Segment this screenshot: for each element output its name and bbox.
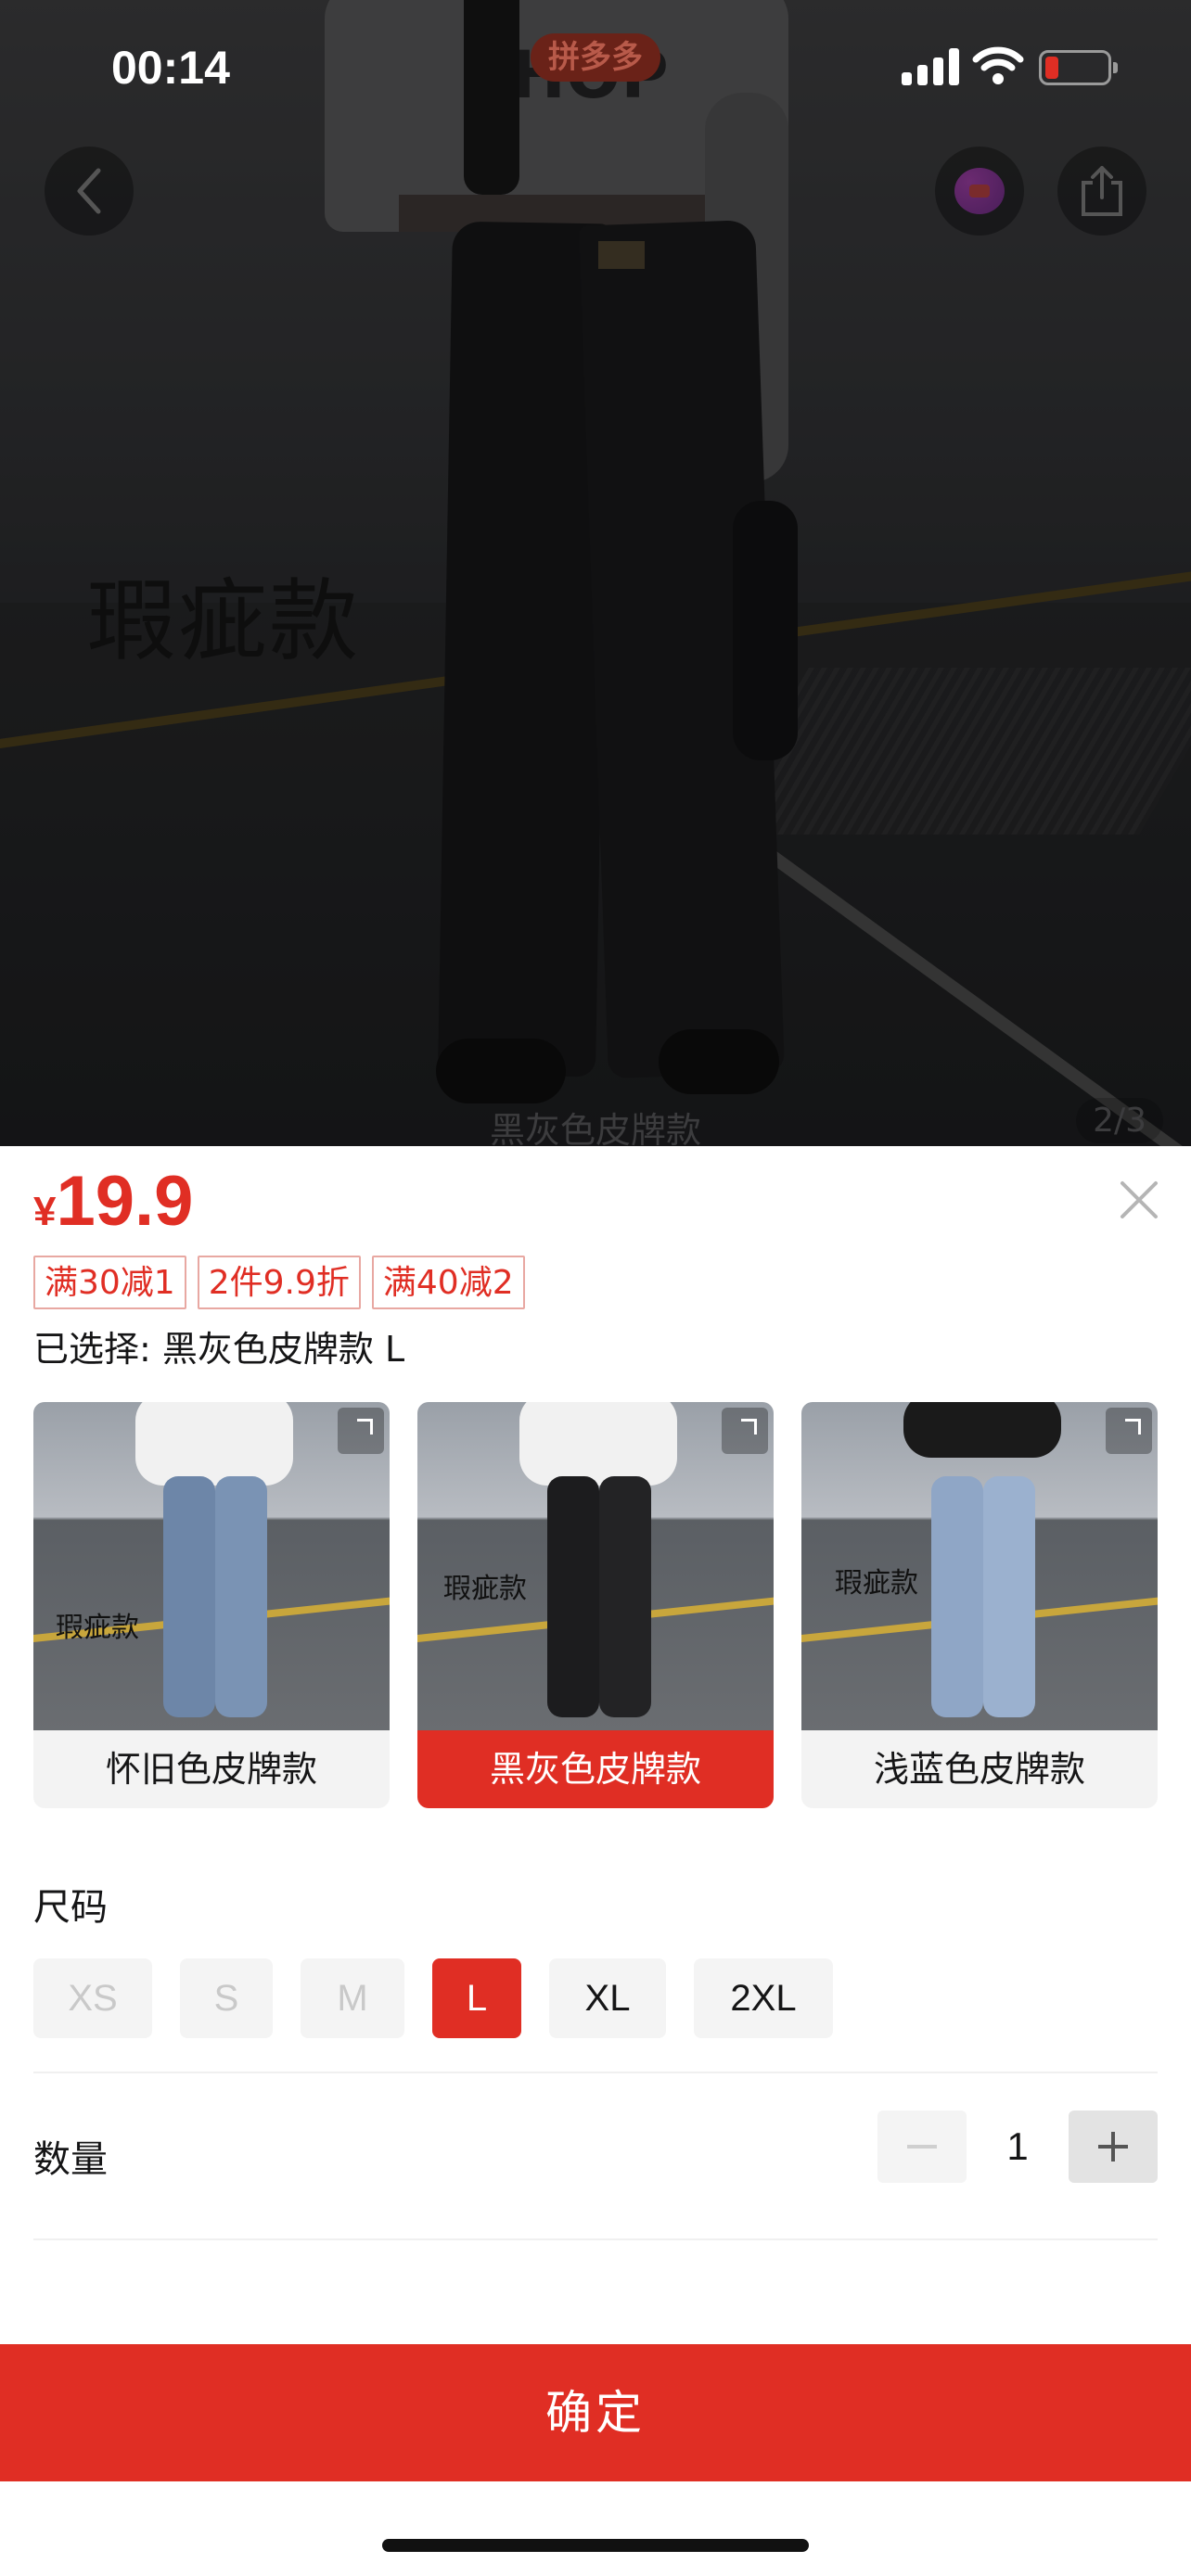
variant-label: 浅蓝色皮牌款 [873,1749,1085,1790]
variant-flaw-tag: 瑕疵款 [56,1612,139,1644]
expand-icon[interactable] [722,1408,768,1454]
expand-icon[interactable] [1106,1408,1152,1454]
price-currency: ¥ [33,1189,57,1234]
battery-icon [1039,50,1118,85]
variant-option-black-grey[interactable]: 瑕疵款 黑灰色皮牌款 [417,1402,774,1808]
status-time: 00:14 [111,42,230,94]
quantity-stepper: 1 [877,2111,1158,2183]
size-option-xs[interactable]: XS [33,1958,152,2038]
sku-selector-sheet: ¥19.9 满30减1 2件9.9折 满40减2 已选择: 黑灰色皮牌款 L 瑕… [0,1146,1191,2576]
variant-option-vintage[interactable]: 瑕疵款 怀旧色皮牌款 [33,1402,390,1808]
quantity-value[interactable]: 1 [967,2124,1069,2169]
confirm-button[interactable]: 确定 [0,2344,1191,2481]
variant-image: 瑕疵款 [33,1402,390,1730]
variant-label: 黑灰色皮牌款 [417,1730,774,1808]
expand-icon[interactable] [338,1408,384,1454]
variant-image: 瑕疵款 [801,1402,1158,1730]
carousel-caption: 黑灰色皮牌款 [489,1110,701,1146]
variant-image: 瑕疵款 [417,1402,774,1730]
variant-flaw-tag: 瑕疵款 [835,1567,918,1600]
size-options: XS S M L XL 2XL [33,1958,833,2038]
selected-summary: 已选择: 黑灰色皮牌款 L [33,1329,405,1370]
quantity-section-title: 数量 [33,2138,108,2181]
variant-list: 瑕疵款 怀旧色皮牌款 瑕疵款 黑灰色皮牌款 瑕疵款 浅蓝色皮牌款 [33,1402,1158,1808]
variant-flaw-tag: 瑕疵款 [443,1573,527,1605]
size-option-xl[interactable]: XL [549,1958,666,2038]
promo-tag: 满30减1 [33,1256,186,1309]
wifi-icon [972,46,1024,84]
price: ¥19.9 [33,1161,193,1242]
promo-tag: 满40减2 [371,1256,525,1309]
variant-label: 怀旧色皮牌款 [105,1749,317,1790]
size-option-2xl[interactable]: 2XL [694,1958,833,2038]
size-option-l[interactable]: L [432,1958,521,2038]
photo-flaw-label: 瑕疵款 [87,569,360,673]
increase-quantity-button[interactable] [1069,2111,1158,2183]
variant-option-light-blue[interactable]: 瑕疵款 浅蓝色皮牌款 [801,1402,1158,1808]
back-button[interactable] [45,147,134,236]
price-value: 19.9 [56,1162,194,1241]
home-indicator [382,2539,809,2552]
close-icon[interactable] [1113,1174,1165,1226]
share-icon [1082,166,1122,216]
cellular-signal-icon [902,48,959,85]
promotion-tags: 满30减1 2件9.9折 满40减2 [33,1256,525,1309]
divider [33,2072,1158,2073]
share-button[interactable] [1057,147,1146,236]
brand-badge: 拼多多 [531,33,660,82]
size-option-m[interactable]: M [301,1958,404,2038]
promo-tag: 2件9.9折 [197,1256,361,1309]
heart-icon [954,168,1005,214]
size-section-title: 尺码 [33,1886,108,1929]
chevron-left-icon [77,168,101,214]
decrease-quantity-button[interactable] [877,2111,967,2183]
favorite-button[interactable] [935,147,1024,236]
carousel-counter: 2/3 [1076,1098,1163,1143]
divider [33,2238,1158,2240]
size-option-s[interactable]: S [180,1958,273,2038]
